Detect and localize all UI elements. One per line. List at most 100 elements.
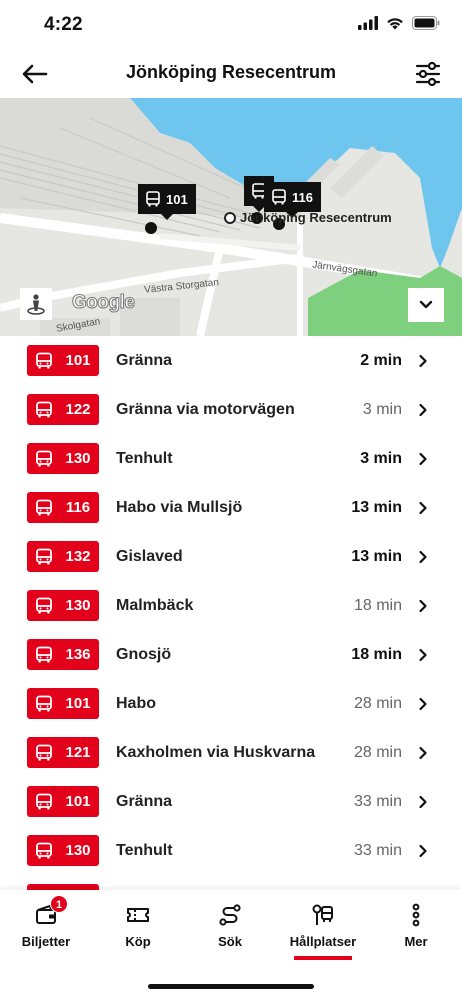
departure-row[interactable]: 136 Gnosjö 18 min	[0, 630, 462, 679]
line-number: 130	[65, 597, 91, 614]
line-badge: 130	[27, 443, 99, 474]
bus-icon	[36, 744, 52, 760]
bus-icon	[272, 189, 286, 205]
destination: Gränna	[116, 351, 173, 369]
line-number: 136	[65, 646, 91, 663]
departure-row[interactable]	[0, 875, 462, 890]
departure-row[interactable]: 101 Gränna 33 min	[0, 777, 462, 826]
tab-label: Sök	[218, 934, 242, 949]
google-logo: Google	[71, 292, 135, 314]
line-number: 130	[65, 842, 91, 859]
departure-time: 13 min	[351, 547, 402, 565]
departure-row[interactable]: 122 Gränna via motorvägen 3 min	[0, 385, 462, 434]
collapse-map-button[interactable]	[408, 288, 444, 322]
bus-icon	[36, 646, 52, 662]
bus-stop-icon	[312, 904, 333, 925]
more-vertical-icon	[412, 903, 420, 927]
tab-biljetter[interactable]: 1 Biljetter	[0, 890, 92, 960]
map-bus-marker[interactable]: 116	[264, 182, 321, 218]
chevron-right-icon	[419, 354, 427, 367]
station-label: Jönköping Resecentrum	[240, 210, 392, 225]
tab-kop[interactable]: Köp	[92, 890, 184, 960]
chevron-right-icon	[419, 550, 427, 563]
tab-label: Köp	[125, 934, 151, 949]
bus-icon	[36, 450, 52, 466]
destination: Habo	[116, 694, 156, 712]
bus-icon	[36, 499, 52, 515]
destination: Habo via Mullsjö	[116, 498, 243, 516]
departure-row[interactable]: 101 Habo 28 min	[0, 679, 462, 728]
map-bus-marker[interactable]: 101	[138, 184, 196, 220]
chevron-right-icon	[419, 795, 427, 808]
sliders-icon	[415, 61, 441, 87]
destination: Gislaved	[116, 547, 183, 565]
line-badge: 130	[27, 590, 99, 621]
tab-hallplatser[interactable]: Hållplatser	[277, 890, 369, 960]
app-header: Jönköping Resecentrum	[0, 48, 462, 100]
line-badge: 130	[27, 835, 99, 866]
bus-icon	[36, 695, 52, 711]
line-number: 130	[65, 450, 91, 467]
notification-badge: 1	[50, 895, 68, 913]
chevron-right-icon	[419, 648, 427, 661]
chevron-right-icon	[419, 746, 427, 759]
map-view[interactable]: Järnvägsgatan Västra Storgatan Skolgatan…	[0, 98, 462, 336]
departure-row[interactable]: 121 Kaxholmen via Huskvarna 28 min	[0, 728, 462, 777]
destination: Gnosjö	[116, 645, 172, 663]
bus-icon	[36, 597, 52, 613]
ticket-icon	[127, 908, 149, 922]
bus-icon	[36, 548, 52, 564]
bus-icon	[36, 842, 52, 858]
destination: Kaxholmen via Huskvarna	[116, 743, 316, 761]
tab-label: Biljetter	[21, 934, 71, 949]
destination: Gränna via motorvägen	[116, 400, 295, 418]
departure-row[interactable]: 101 Gränna 2 min	[0, 336, 462, 385]
departure-row[interactable]: 130 Tenhult 3 min	[0, 434, 462, 483]
departure-row[interactable]: 130 Tenhult 33 min	[0, 826, 462, 875]
line-badge: 101	[27, 688, 99, 719]
line-badge: 116	[27, 492, 99, 523]
chevron-right-icon	[419, 599, 427, 612]
route-icon	[219, 904, 241, 926]
stop-dot[interactable]	[145, 222, 157, 234]
tab-label: Hållplatser	[289, 934, 357, 949]
departure-time: 33 min	[353, 841, 402, 859]
line-number: 101	[65, 352, 91, 369]
page-title: Jönköping Resecentrum	[125, 62, 337, 82]
tab-mer[interactable]: Mer	[370, 890, 462, 960]
departure-time: 33 min	[353, 792, 402, 810]
line-number: 116	[65, 499, 91, 516]
departure-time: 3 min	[362, 400, 402, 418]
chevron-down-icon	[419, 300, 433, 309]
line-badge: 132	[27, 541, 99, 572]
home-indicator	[148, 984, 314, 989]
destination: Malmbäck	[116, 596, 194, 614]
bus-icon	[146, 191, 160, 207]
line-badge: 122	[27, 394, 99, 425]
departure-time: 18 min	[353, 596, 402, 614]
chevron-right-icon	[419, 844, 427, 857]
tab-sok[interactable]: Sök	[184, 890, 276, 960]
status-icons	[358, 16, 440, 30]
departures-list[interactable]: 101 Gränna 2 min 122 Gränna via motorvägen 3 …	[0, 336, 462, 890]
departure-time: 2 min	[360, 351, 402, 369]
destination: Tenhult	[116, 449, 173, 467]
line-number: 101	[65, 793, 91, 810]
filter-button[interactable]	[414, 60, 442, 88]
line-number: 101	[65, 695, 91, 712]
station-marker[interactable]: Jönköping Resecentrum	[224, 210, 392, 225]
street-view-button[interactable]	[20, 288, 52, 320]
status-time: 4:22	[44, 14, 83, 35]
departure-row[interactable]: 130 Malmbäck 18 min	[0, 581, 462, 630]
pegman-icon	[27, 294, 45, 315]
marker-line-number: 116	[292, 189, 313, 205]
active-tab-indicator	[294, 956, 352, 960]
line-badge: 136	[27, 639, 99, 670]
departure-row[interactable]: 132 Gislaved 13 min	[0, 532, 462, 581]
departure-row[interactable]: 116 Habo via Mullsjö 13 min	[0, 483, 462, 532]
chevron-right-icon	[419, 501, 427, 514]
chevron-right-icon	[419, 403, 427, 416]
line-number: 121	[65, 744, 91, 761]
chevron-right-icon	[419, 452, 427, 465]
line-badge: 101	[27, 786, 99, 817]
